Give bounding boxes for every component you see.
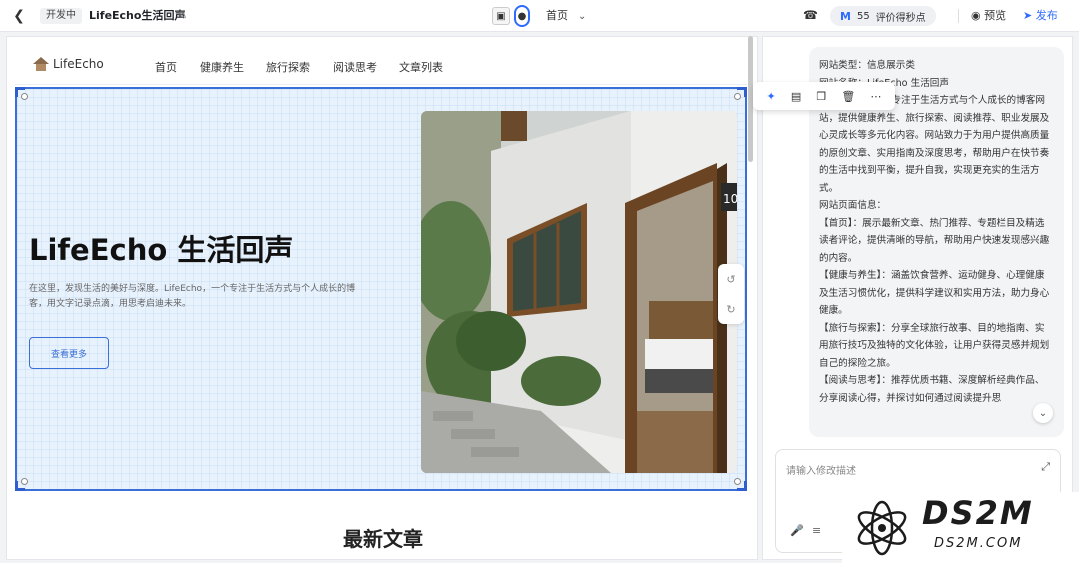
hero-description: 在这里，发现生活的美好与深度。LifeEcho，一个专注于生活方式与个人成长的博… bbox=[29, 284, 356, 309]
history-controls: ↺ ↻ bbox=[718, 264, 744, 324]
list-icon[interactable]: ≡ bbox=[812, 524, 821, 537]
chat-line: 【旅行与探索】：分享全球旅行故事、目的地指南、实用旅行技巧及独特的文化体验，让用… bbox=[819, 322, 1050, 369]
page-selector[interactable]: 首页 ⌄ bbox=[546, 8, 586, 25]
selection-corner bbox=[15, 481, 25, 491]
nav-item-reading[interactable]: 阅读思考 bbox=[333, 59, 377, 75]
divider bbox=[958, 9, 959, 23]
desktop-icon[interactable]: ▣ bbox=[492, 7, 510, 25]
mobile-icon[interactable]: ● bbox=[514, 5, 530, 27]
site-logo[interactable]: LifeEcho bbox=[33, 57, 104, 71]
chat-line: 【健康与养生】：涵盖饮食营养、运动健身、心理健康及生活习惯优化，提供科学建议和实… bbox=[819, 270, 1050, 316]
nav-item-travel[interactable]: 旅行探索 bbox=[266, 59, 310, 75]
editor-canvas: LifeEcho 首页 健康养生 旅行探索 阅读思考 文章列表 LifeEcho… bbox=[6, 36, 758, 560]
hero-title: LifeEcho 生活回声 bbox=[29, 233, 294, 267]
selection-corner bbox=[15, 87, 25, 97]
selection-corner bbox=[737, 87, 747, 97]
house-photo-illustration: 10 bbox=[421, 111, 737, 473]
input-placeholder: 请输入修改描述 bbox=[786, 466, 856, 477]
microphone-icon[interactable]: 🎤 bbox=[790, 524, 804, 537]
more-icon[interactable]: ⋯ bbox=[870, 90, 881, 103]
site-logo-text: LifeEcho bbox=[53, 57, 104, 71]
chat-panel: 网站类型：信息展示类 网站名称：LifeEcho 生活回声 LifeEcho 是… bbox=[762, 36, 1073, 560]
scroll-down-icon[interactable]: ⌄ bbox=[1033, 403, 1053, 423]
section-title: 最新文章 bbox=[343, 527, 423, 551]
project-title: LifeEcho生活回声 bbox=[89, 9, 186, 22]
image-edit-icon[interactable]: ▤ bbox=[791, 90, 801, 103]
chat-line: 【阅读与思考】：推荐优质书籍、深度解析经典作品、分享阅读心得，并探讨如何通过阅读… bbox=[819, 375, 1045, 404]
chat-line: 网站类型：信息展示类 bbox=[819, 60, 915, 71]
house-number: 10 bbox=[723, 192, 737, 206]
component-toolbar: ✦ ▤ ❐ 🗑 ⋯ bbox=[753, 82, 895, 110]
eye-icon: ◉ bbox=[971, 9, 981, 22]
brand-m-icon: M bbox=[840, 9, 851, 23]
chat-line: 网站页面信息： bbox=[819, 200, 887, 211]
preview-button[interactable]: ◉ 预览 bbox=[971, 8, 1006, 24]
status-badge: 开发中 bbox=[40, 8, 82, 24]
publish-button[interactable]: ➤ 发布 bbox=[1023, 8, 1058, 24]
watermark: DS2M DS2M.COM bbox=[842, 492, 1079, 563]
pencil-icon[interactable]: ✎ bbox=[178, 9, 187, 22]
view-more-button[interactable]: 查看更多 bbox=[29, 337, 109, 369]
expand-icon[interactable]: ⤢ bbox=[1041, 460, 1050, 474]
redo-icon[interactable]: ↻ bbox=[726, 303, 735, 316]
delete-icon[interactable]: 🗑 bbox=[841, 90, 855, 103]
nav-item-home[interactable]: 首页 bbox=[155, 59, 177, 75]
chat-line: 【首页】：展示最新文章、热门推荐、专题栏目及精选读者评论，提供清晰的导航，帮助用… bbox=[819, 217, 1050, 264]
preview-label: 预览 bbox=[984, 9, 1007, 22]
undo-icon[interactable]: ↺ bbox=[726, 273, 735, 286]
nav-item-health[interactable]: 健康养生 bbox=[200, 59, 244, 75]
ai-sparkle-icon[interactable]: ✦ bbox=[767, 90, 776, 103]
score-button[interactable]: M 55 评价得秒点 bbox=[830, 6, 936, 26]
watermark-brand: DS2M bbox=[922, 494, 1034, 532]
page-selector-label: 首页 bbox=[546, 9, 568, 22]
watermark-site: DS2M.COM bbox=[934, 536, 1023, 551]
selection-corner bbox=[737, 481, 747, 491]
headset-icon[interactable]: ☎ bbox=[803, 8, 818, 22]
copy-icon[interactable]: ❐ bbox=[816, 90, 826, 103]
back-arrow-icon[interactable]: ❮ bbox=[10, 7, 28, 25]
chevron-down-icon: ⌄ bbox=[578, 11, 587, 22]
atom-logo-icon bbox=[857, 500, 907, 556]
score-value: 55 bbox=[856, 10, 870, 22]
rocket-icon: ➤ bbox=[1023, 9, 1033, 22]
hero-section-selected[interactable]: LifeEcho 生活回声 在这里，发现生活的美好与深度。LifeEcho，一个… bbox=[15, 87, 747, 491]
hero-image[interactable]: 10 bbox=[421, 111, 737, 473]
publish-label: 发布 bbox=[1035, 9, 1058, 22]
house-icon bbox=[33, 57, 49, 71]
score-label: 评价得秒点 bbox=[875, 12, 926, 24]
nav-item-articles[interactable]: 文章列表 bbox=[399, 59, 443, 75]
site-navbar: LifeEcho 首页 健康养生 旅行探索 阅读思考 文章列表 bbox=[15, 45, 747, 85]
top-toolbar: ❮ 开发中 LifeEcho生活回声 ✎ ▣ ● 首页 ⌄ ☎ M 55 评价得秒… bbox=[0, 0, 1079, 32]
